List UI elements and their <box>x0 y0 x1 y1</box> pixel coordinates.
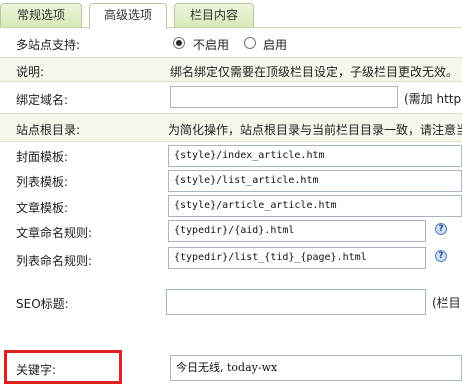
siteroot-row: 站点根目录: 为简化操作，站点根目录与当前栏目目录一致，请注意当 <box>0 114 462 142</box>
list-naming-label: 列表命名规则: <box>16 254 93 268</box>
tab-general-options[interactable]: 常规选项 <box>0 3 82 28</box>
article-naming-help-icon[interactable]: ? <box>435 223 447 235</box>
keywords-input[interactable]: 今日无线, today-wx <box>170 355 462 381</box>
multisite-row: 多站点支持: 不启用 启用 <box>0 28 462 58</box>
article-template-row: 文章模板: {style}/article_article.htm <box>0 194 462 219</box>
seo-title-label: SEO标题: <box>16 297 69 311</box>
domain-row: 绑定域名: (需加 http <box>0 82 462 114</box>
siteroot-label: 站点根目录: <box>16 123 81 137</box>
list-naming-help-icon[interactable]: ? <box>435 250 447 262</box>
domain-hint: (需加 http <box>404 92 462 106</box>
note-text: 绑名绑定仅需要在顶级栏目设定，子级栏目更改无效。 <box>170 65 459 79</box>
keywords-row: 关键字: 今日无线, today-wx <box>0 330 462 386</box>
keywords-label: 关键字: <box>16 363 57 377</box>
tab-column-content[interactable]: 栏目内容 <box>174 3 254 28</box>
article-template-input[interactable]: {style}/article_article.htm <box>168 195 462 217</box>
list-naming-row: 列表命名规则: {typedir}/list_{tid}_{page}.html… <box>0 244 462 274</box>
tab-advanced-options[interactable]: 高级选项 <box>89 3 167 29</box>
list-template-row: 列表模板: {style}/list_article.htm <box>0 168 462 194</box>
tab-bar: 常规选项 高级选项 栏目内容 <box>0 0 462 29</box>
domain-input[interactable] <box>170 86 398 108</box>
radio-enable-label: 启用 <box>263 38 288 52</box>
article-naming-input[interactable]: {typedir}/{aid}.html <box>168 220 426 242</box>
cover-template-row: 封面模板: {style}/index_article.htm <box>0 142 462 168</box>
seo-title-row: SEO标题: (栏目 <box>0 274 462 330</box>
article-naming-row: 文章命名规则: {typedir}/{aid}.html ? <box>0 219 462 244</box>
note-label: 说明: <box>16 65 45 79</box>
siteroot-text: 为简化操作，站点根目录与当前栏目目录一致，请注意当 <box>168 123 462 137</box>
domain-label: 绑定域名: <box>16 93 69 107</box>
radio-disable[interactable] <box>173 37 185 49</box>
cover-template-label: 封面模板: <box>16 150 69 164</box>
article-template-label: 文章模板: <box>16 201 69 215</box>
seo-title-input[interactable] <box>166 289 426 315</box>
cover-template-input[interactable]: {style}/index_article.htm <box>168 145 462 167</box>
seo-title-hint: (栏目 <box>432 296 461 310</box>
multisite-label: 多站点支持: <box>16 38 81 52</box>
radio-disable-label: 不启用 <box>193 38 230 52</box>
radio-enable[interactable] <box>244 37 256 49</box>
article-naming-label: 文章命名规则: <box>16 226 93 240</box>
list-naming-input[interactable]: {typedir}/list_{tid}_{page}.html <box>168 247 426 269</box>
list-template-input[interactable]: {style}/list_article.htm <box>168 170 462 192</box>
note-row: 说明: 绑名绑定仅需要在顶级栏目设定，子级栏目更改无效。 <box>0 58 462 82</box>
list-template-label: 列表模板: <box>16 175 69 189</box>
